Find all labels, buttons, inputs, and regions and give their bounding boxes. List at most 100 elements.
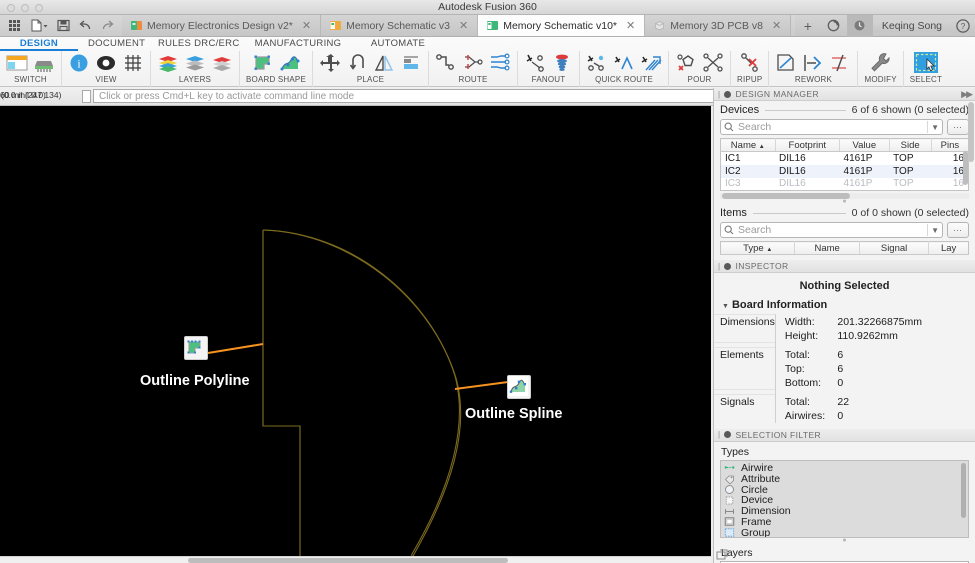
type-item-airwire[interactable]: Airwire [724,462,968,474]
type-item-group[interactable]: Group [724,527,968,537]
expand-panel-icon[interactable]: ▶▶ [961,89,973,100]
items-search-input[interactable]: Search ▼ [720,222,943,238]
panel-grip-icon[interactable]: | [718,90,720,99]
items-table[interactable]: Type ▲ Name Signal Lay [720,241,969,255]
split-icon[interactable] [829,52,851,74]
close-tab-icon[interactable]: ✕ [302,19,311,32]
rotate-icon[interactable] [346,52,368,74]
select-tool-icon[interactable] [913,50,939,76]
ribbon-tab-manufacturing[interactable]: MANUFACTURING [243,37,353,51]
display-mode-icon[interactable] [95,52,117,74]
ribbon-tab-automate[interactable]: AUTOMATE [353,37,443,51]
info-icon[interactable]: i [68,52,90,74]
panel-collapse-icon[interactable] [724,431,732,438]
type-item-frame[interactable]: Frame [724,516,968,528]
type-item-attribute[interactable]: Attribute [724,473,968,485]
chevron-down-icon[interactable]: ▼ [931,226,939,235]
selection-filter-header[interactable]: | SELECTION FILTER [714,428,975,442]
table-row[interactable]: IC3 DIL16 4161P TOP 16 [721,178,969,191]
push-icon[interactable] [802,52,824,74]
layer-settings-icon[interactable] [157,52,179,74]
column-footprint[interactable]: Footprint [775,138,841,152]
ripup-icon[interactable] [739,52,761,74]
outline-polyline-icon[interactable] [184,336,208,360]
types-vertical-scrollbar[interactable] [961,462,966,518]
notifications-icon[interactable] [846,14,873,37]
scrollbar-thumb[interactable] [188,558,508,563]
new-document-icon[interactable] [30,19,48,32]
ratsnest-icon[interactable] [702,52,724,74]
close-tab-icon[interactable]: ✕ [772,19,781,32]
add-tab-button[interactable]: + [795,15,821,37]
ribbon-tab-rules[interactable]: RULES DRC/ERC [148,37,243,51]
document-tab-1[interactable]: Memory Schematic v3 ✕ [321,15,479,36]
devices-table[interactable]: Name ▲ Footprint Value Side Pins IC1 DIL… [720,138,969,191]
bus-route-icon[interactable] [640,52,662,74]
layer-display-icon[interactable] [184,52,206,74]
board-information-title[interactable]: ▼ Board Information [714,297,975,314]
route-trace-icon[interactable] [435,52,457,74]
type-item-dimension[interactable]: Dimension [724,505,968,517]
column-side[interactable]: Side [889,138,932,152]
devices-horizontal-scrollbar[interactable] [720,193,969,199]
user-name[interactable]: Keqing Song [872,19,951,32]
pcb-canvas[interactable]: Outline Polyline Outline Spline Outline … [0,106,711,556]
wrench-icon[interactable] [868,50,894,76]
redo-icon[interactable] [101,19,114,32]
quick-route-icon[interactable] [613,52,635,74]
document-tab-0[interactable]: Memory Electronics Design v2* ✕ [122,15,322,36]
board-outline-icon[interactable] [252,52,274,74]
panel-grip-icon[interactable]: | [718,262,720,271]
chevron-down-icon[interactable]: ▼ [931,123,939,132]
align-icon[interactable] [400,52,422,74]
devices-search-input[interactable]: Search ▼ [720,119,943,135]
job-status-icon[interactable] [821,15,847,37]
column-layer[interactable]: Lay [928,241,969,255]
table-row[interactable]: IC1 DIL16 4161P TOP 16 [721,152,969,165]
outline-spline-icon[interactable] [507,375,531,399]
type-item-device[interactable]: Device [724,494,968,506]
polygon-pour-icon[interactable] [675,52,697,74]
table-row[interactable]: IC2 DIL16 4161P TOP 16 [720,164,969,178]
items-more-button[interactable]: ⋯ [947,222,969,238]
undo-icon[interactable] [79,19,92,32]
document-tab-3[interactable]: Memory 3D PCB v8 ✕ [645,15,792,36]
column-name[interactable]: Name ▲ [720,138,776,152]
column-name[interactable]: Name [794,241,860,255]
via-icon[interactable] [551,52,573,74]
switch-to-pcb-icon[interactable] [33,52,55,74]
board-spline-icon[interactable] [279,52,301,74]
grid-apps-icon[interactable] [8,19,21,32]
panel-collapse-icon[interactable] [724,262,732,270]
route-multiple-icon[interactable] [489,52,511,74]
column-value[interactable]: Value [839,138,890,152]
autoroute-icon[interactable] [586,52,608,74]
inspector-header[interactable]: | INSPECTOR [714,260,975,273]
types-list-box[interactable]: Airwire Attribute Circle Device Dimensio… [720,459,969,538]
miter-icon[interactable] [775,52,797,74]
scrollbar-thumb[interactable] [722,193,850,199]
document-tab-2[interactable]: Memory Schematic v10* ✕ [478,15,646,36]
column-pins[interactable]: Pins [931,138,969,152]
close-tab-icon[interactable]: ✕ [626,19,635,32]
triangle-down-icon[interactable]: ▼ [722,303,729,310]
column-signal[interactable]: Signal [859,241,930,255]
help-icon[interactable]: ? [951,18,975,33]
close-tab-icon[interactable]: ✕ [459,19,468,32]
ribbon-tab-document[interactable]: DOCUMENT [78,37,148,51]
save-icon[interactable] [57,19,70,32]
mirror-icon[interactable] [373,52,395,74]
right-panel-scrollbar[interactable] [968,102,974,162]
panel-dock-icon[interactable] [716,549,728,561]
column-type[interactable]: Type ▲ [720,241,796,255]
route-differential-icon[interactable] [462,52,484,74]
type-item-circle[interactable]: Circle [724,484,968,496]
layer-stack-icon[interactable] [211,52,233,74]
move-icon[interactable] [319,52,341,74]
canvas-horizontal-scrollbar[interactable] [0,556,711,563]
switch-to-schematic-icon[interactable] [6,52,28,74]
panel-grip-icon[interactable]: | [718,430,720,439]
design-manager-header[interactable]: | DESIGN MANAGER ▶▶ [714,88,975,101]
grid-icon[interactable] [122,52,144,74]
devices-more-button[interactable]: ⋯ [947,119,969,135]
